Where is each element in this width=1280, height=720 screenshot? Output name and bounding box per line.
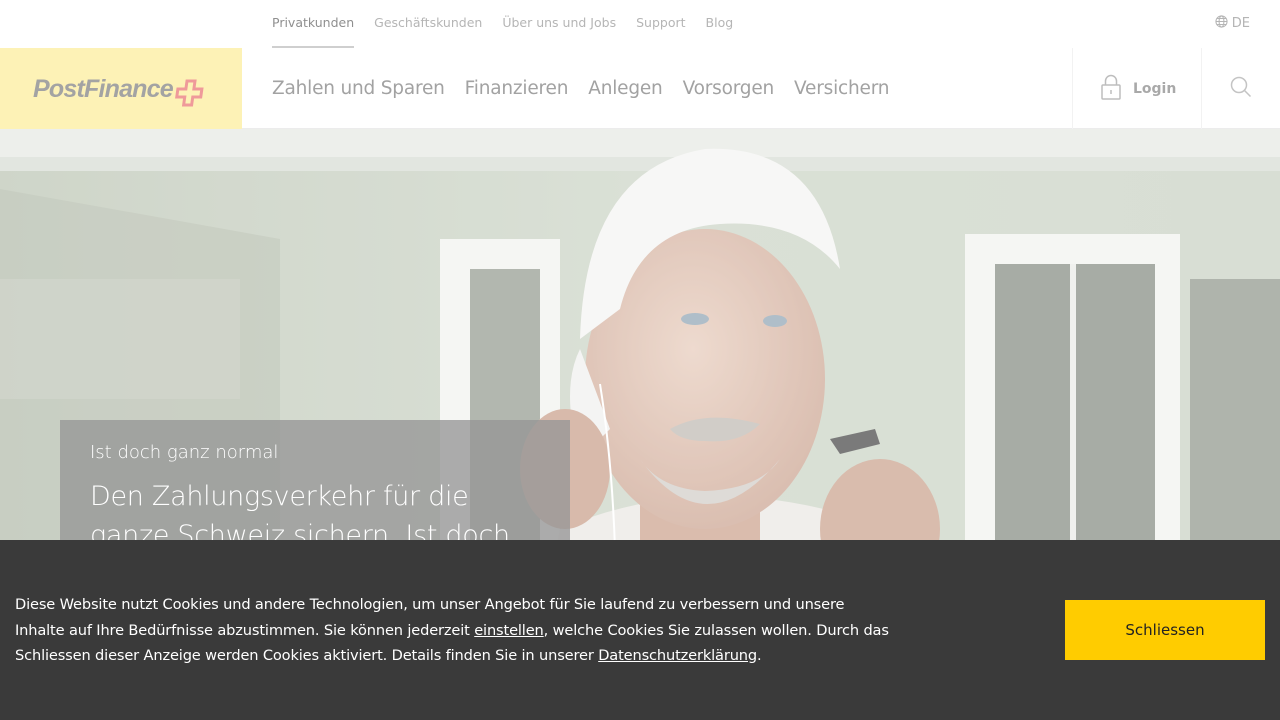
hero-kicker: Ist doch ganz normal [90,442,279,463]
privacy-policy-link[interactable]: Datenschutzerklärung [598,647,757,664]
meta-link-privatkunden[interactable]: Privatkunden [272,0,355,48]
cookie-banner: Diese Website nutzt Cookies und andere T… [0,540,1280,720]
cookie-close-button[interactable]: Schliessen [1065,600,1265,660]
language-label: DE [1231,16,1250,31]
nav-anlegen[interactable]: Anlegen [588,78,663,99]
meta-navigation: Privatkunden Geschäftskunden Über uns un… [0,0,1280,48]
postfinance-logo-mark: PostFinance [33,75,204,106]
meta-link-geschaeftskunden[interactable]: Geschäftskunden [374,0,482,48]
meta-link-ueber-uns[interactable]: Über uns und Jobs [502,0,616,48]
search-icon [1230,76,1252,102]
svg-text:PostFinance: PostFinance [33,75,174,103]
globe-icon [1215,15,1228,32]
main-navigation: Zahlen und Sparen Finanzieren Anlegen Vo… [272,48,909,129]
login-label: Login [1133,80,1177,97]
meta-link-blog[interactable]: Blog [706,0,734,48]
login-button[interactable]: Login [1072,48,1202,129]
search-button[interactable] [1202,48,1280,129]
main-header: PostFinance Zahlen und Sparen Finanziere… [0,48,1280,129]
cookie-text: Diese Website nutzt Cookies und andere T… [15,592,895,669]
postfinance-logo[interactable]: PostFinance [0,48,242,129]
nav-finanzieren[interactable]: Finanzieren [465,78,569,99]
nav-zahlen-und-sparen[interactable]: Zahlen und Sparen [272,78,445,99]
nav-versichern[interactable]: Versichern [794,78,889,99]
language-selector[interactable]: DE [1215,15,1250,32]
cookie-settings-link[interactable]: einstellen [474,622,544,639]
cookie-text-part-3: . [757,647,762,664]
meta-links: Privatkunden Geschäftskunden Über uns un… [272,0,753,48]
nav-vorsorgen[interactable]: Vorsorgen [683,78,775,99]
meta-link-support[interactable]: Support [636,0,685,48]
lock-icon [1101,74,1121,104]
